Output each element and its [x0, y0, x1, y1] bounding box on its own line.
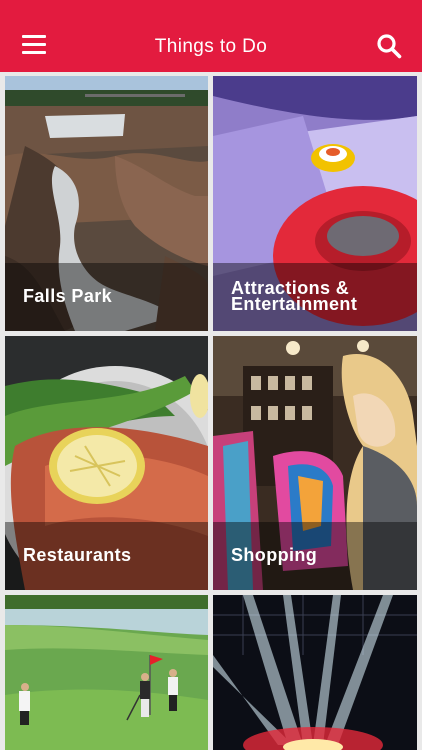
page-title: Things to Do [154, 36, 268, 57]
category-grid: Falls Park Attractions & Entertainment R… [0, 72, 422, 750]
tile-restaurants[interactable]: Restaurants [5, 336, 208, 590]
tile-label: Falls Park [23, 286, 113, 306]
concert-image [213, 595, 417, 750]
tile-label: Shopping [231, 545, 318, 565]
hamburger-menu-icon [22, 35, 46, 38]
menu-button[interactable] [22, 35, 46, 55]
tile-label: Attractions & Entertainment [231, 278, 358, 314]
golf-image [5, 595, 208, 750]
tile-attractions-entertainment[interactable]: Attractions & Entertainment [213, 76, 417, 331]
tile-golf[interactable] [5, 595, 208, 750]
tile-falls-park[interactable]: Falls Park [5, 76, 208, 331]
tile-concert[interactable] [213, 595, 417, 750]
search-icon [377, 34, 402, 59]
tile-shopping[interactable]: Shopping [213, 336, 417, 590]
search-button[interactable] [376, 33, 402, 59]
app-header: Things to Do [0, 0, 422, 72]
tile-label: Restaurants [23, 545, 132, 565]
